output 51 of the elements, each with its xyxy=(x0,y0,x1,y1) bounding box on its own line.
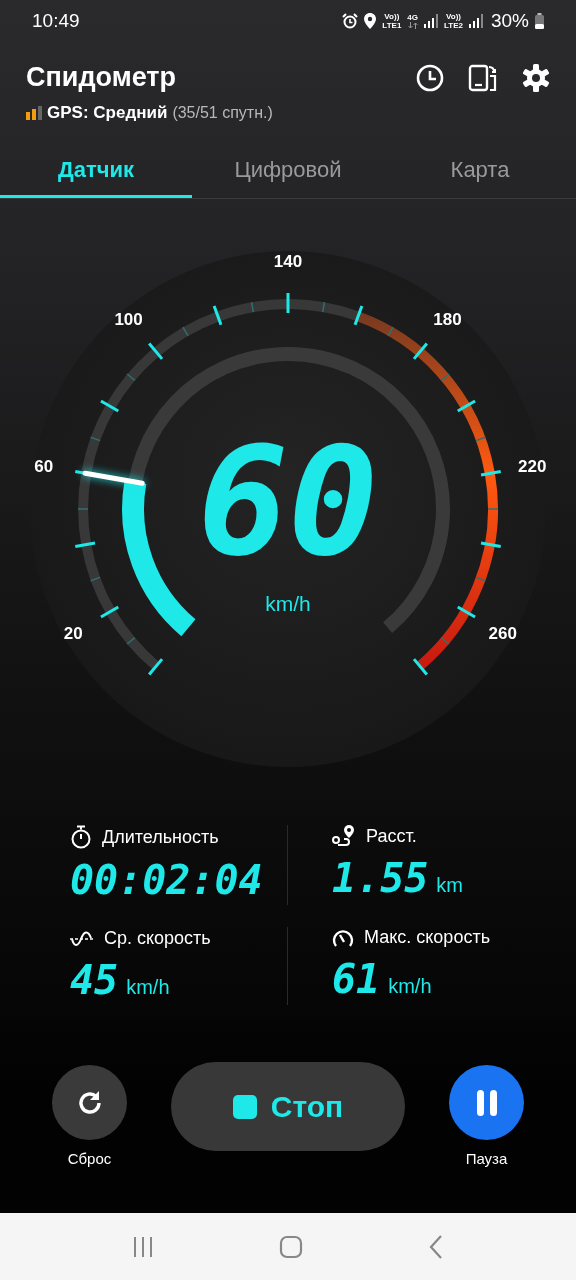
history-icon[interactable] xyxy=(416,63,444,92)
pause-label: Пауза xyxy=(465,1150,508,1167)
home-icon[interactable] xyxy=(279,1234,303,1259)
battery-percent: 30% xyxy=(490,10,529,32)
speed-readout: 60 xyxy=(197,415,379,589)
tab[interactable]: Карта xyxy=(384,149,576,198)
stat-unit: km/h xyxy=(126,976,170,999)
scale-label: 220 xyxy=(518,456,547,476)
stat-value: 61 xyxy=(332,956,381,1002)
network-label: Vo)) LTE1 xyxy=(382,12,402,30)
scale-label: 100 xyxy=(114,310,143,329)
speedometer-icon xyxy=(332,927,354,948)
status-time: 10:49 xyxy=(32,10,80,32)
data-arrows-icon xyxy=(407,22,418,29)
route-icon xyxy=(332,825,356,847)
stat-label: Расст. xyxy=(366,825,417,847)
location-icon xyxy=(364,13,377,29)
speed-unit: km/h xyxy=(265,592,311,615)
scale-label: 60 xyxy=(34,456,54,476)
reset-label: Сброс xyxy=(67,1150,112,1167)
app-title: Спидометр xyxy=(26,62,177,93)
scale-label: 140 xyxy=(273,252,303,271)
back-icon[interactable] xyxy=(427,1234,444,1259)
tab[interactable]: Цифровой xyxy=(192,149,384,198)
stat-unit: km xyxy=(436,874,463,897)
stat-label: Длительность xyxy=(102,826,219,848)
data-type-label: 4G xyxy=(407,13,418,29)
stat-label: Макс. скорость xyxy=(364,927,491,948)
alarm-icon xyxy=(342,13,359,29)
screen-rotate-icon[interactable] xyxy=(468,63,498,92)
stat-value: 45 xyxy=(70,957,119,1003)
scale-label: 260 xyxy=(488,624,517,643)
network-label: Vo)) LTE2 xyxy=(444,12,463,30)
pause-icon xyxy=(474,1088,499,1117)
battery-icon xyxy=(535,13,544,29)
gps-signal-icon xyxy=(26,106,42,120)
satellite-count: (35/51 спутн.) xyxy=(172,104,273,122)
stat-value: 00:02:04 xyxy=(70,857,263,903)
stop-button[interactable]: Стоп xyxy=(171,1062,405,1151)
scale-label: 180 xyxy=(433,310,462,329)
signal-icon xyxy=(424,14,438,28)
signal-icon xyxy=(468,14,483,28)
gps-status: GPS: Средний xyxy=(47,103,168,123)
scale-label: 20 xyxy=(63,624,83,643)
tab[interactable]: Датчик xyxy=(0,149,192,198)
settings-icon[interactable] xyxy=(522,63,550,92)
recent-apps-icon[interactable] xyxy=(132,1235,155,1258)
stat-unit: km/h xyxy=(388,975,432,998)
stopwatch-icon xyxy=(70,825,92,849)
stat-value: 1.55 xyxy=(332,855,429,901)
stat-label: Ср. скорость xyxy=(104,927,211,949)
